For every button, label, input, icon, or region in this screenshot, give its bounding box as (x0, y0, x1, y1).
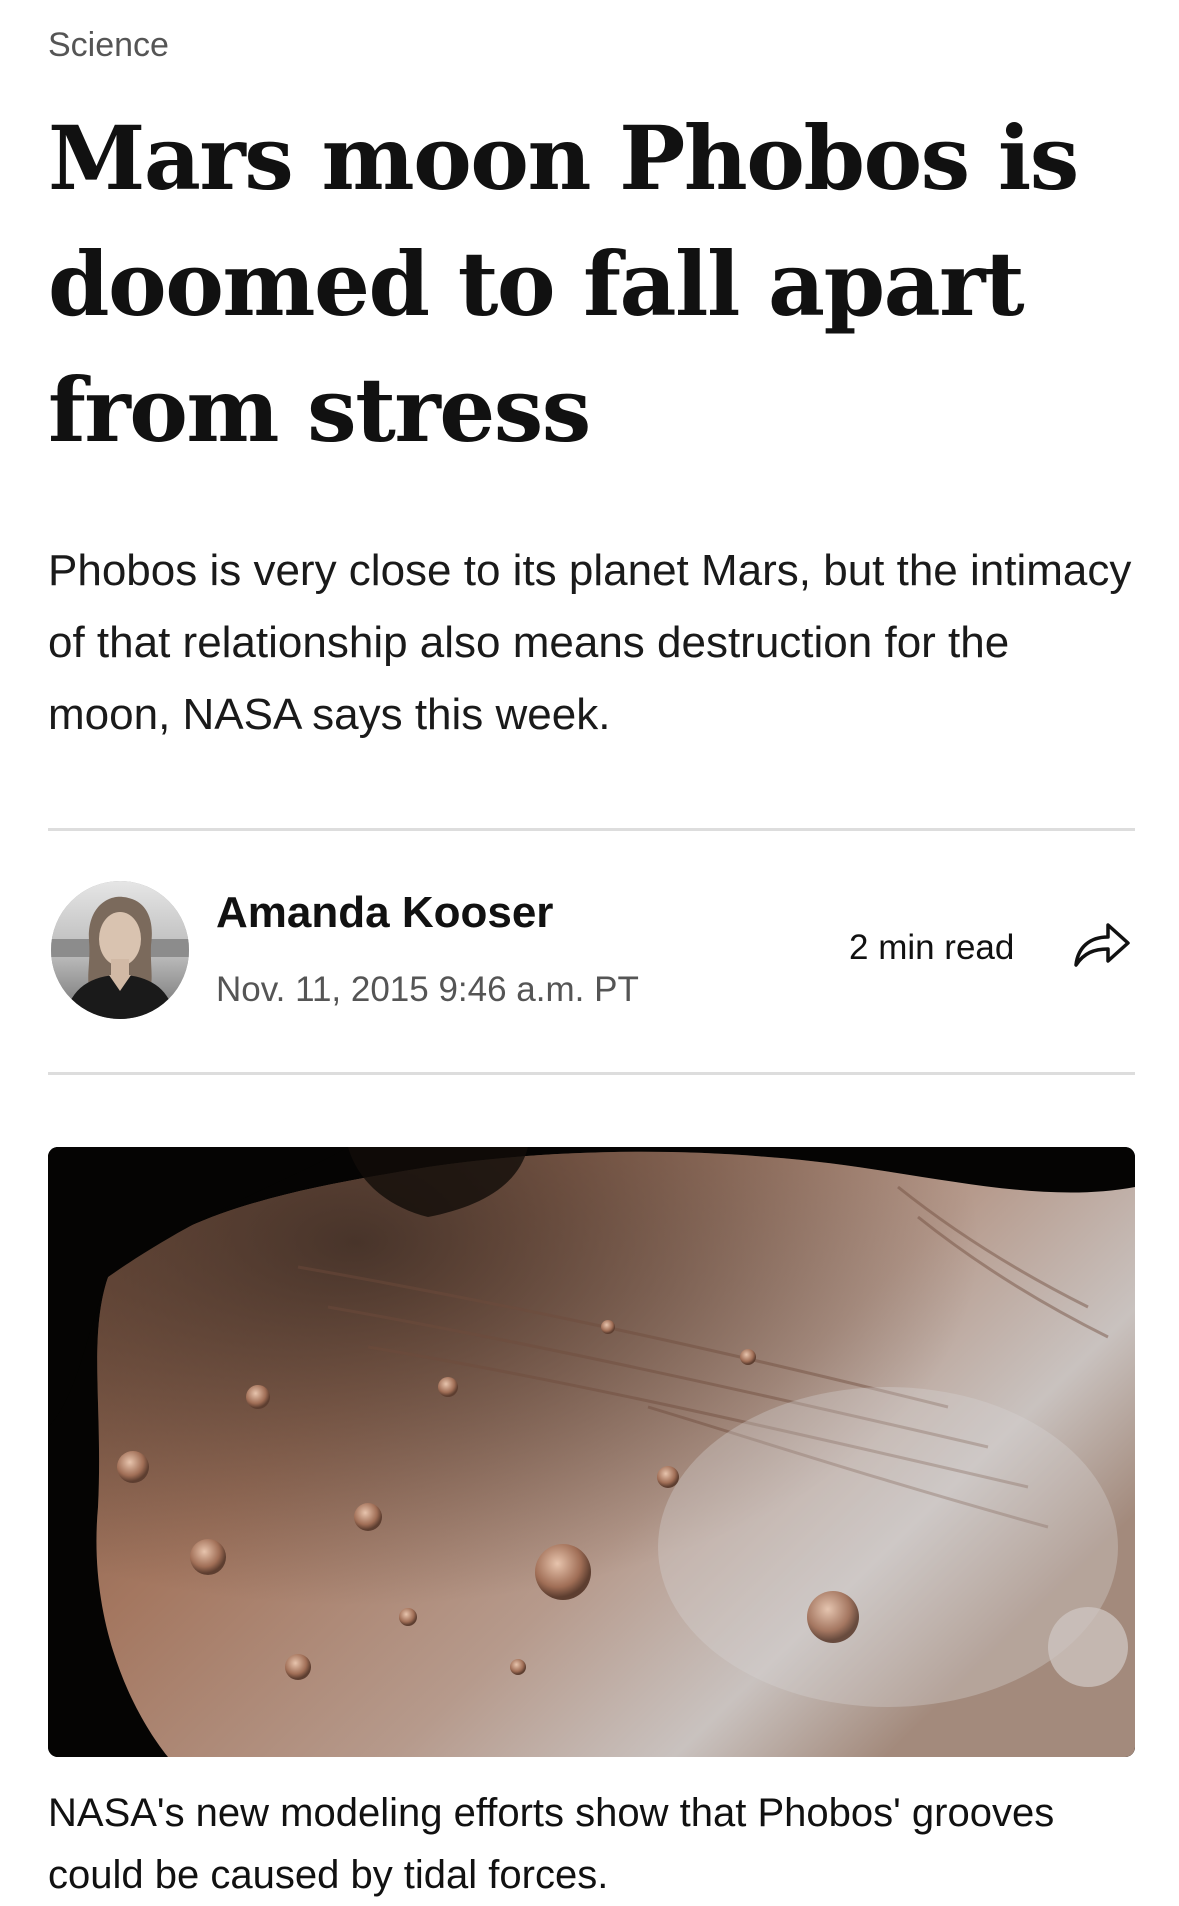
divider-top (48, 828, 1135, 831)
author-name[interactable]: Amanda Kooser (216, 888, 553, 938)
headline: Mars moon Phobos is doomed to fall apart… (48, 106, 1079, 462)
author-avatar[interactable] (51, 881, 189, 1019)
divider-bottom (48, 1072, 1135, 1075)
share-arrow-icon (1074, 923, 1130, 967)
image-caption: NASA's new modeling efforts show that Ph… (48, 1791, 1055, 1897)
read-time: 2 min read (849, 928, 1015, 967)
category-link[interactable]: Science (48, 26, 169, 65)
article-dek: Phobos is very close to its planet Mars,… (48, 546, 1132, 739)
hero-image (48, 1147, 1135, 1757)
publish-date: Nov. 11, 2015 9:46 a.m. PT (216, 970, 639, 1009)
share-button[interactable] (1070, 917, 1134, 973)
